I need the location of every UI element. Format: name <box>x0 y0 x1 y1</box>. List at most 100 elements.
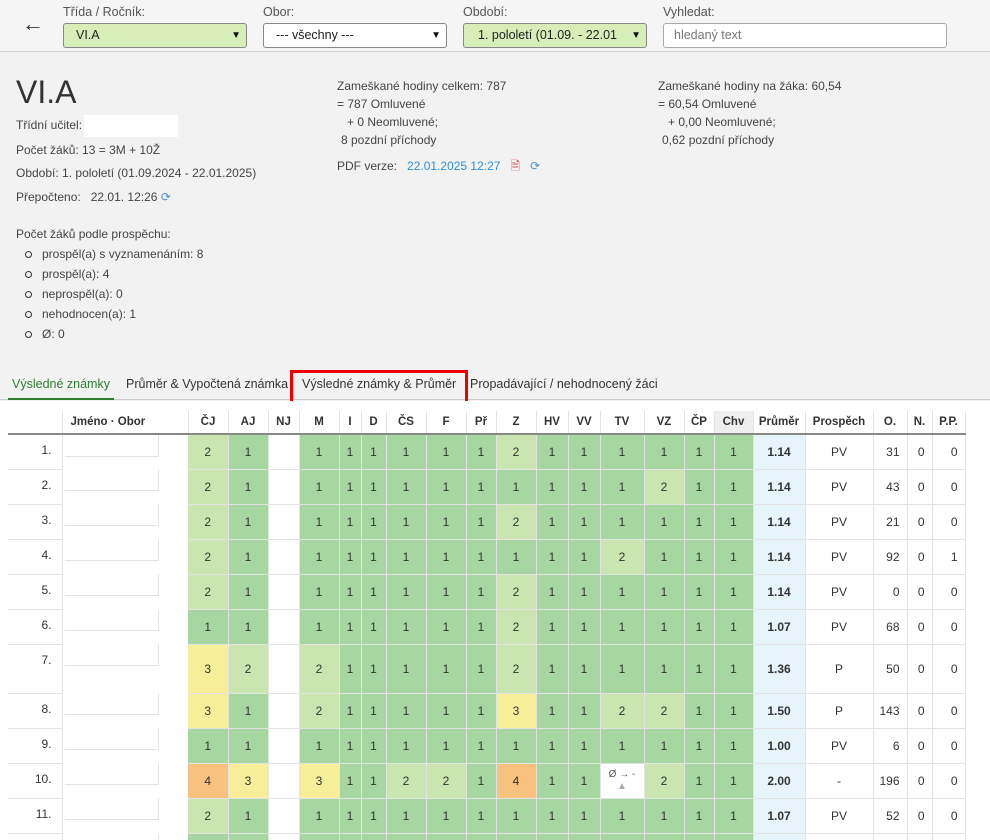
grade-cell[interactable]: 1 <box>536 728 569 764</box>
grade-cell[interactable]: 1 <box>684 644 715 694</box>
table-row[interactable]: 1. 2 1 1 1 1 1 1 1 2 1 1 1 1 1 1 1.14 PV 31 0 0 <box>8 434 966 470</box>
grade-cell[interactable]: 1 <box>568 693 601 729</box>
grade-cell[interactable]: 2 <box>496 574 537 610</box>
grade-cell[interactable]: 1 <box>568 728 601 764</box>
grade-cell[interactable]: 1 <box>714 693 754 729</box>
column-header[interactable]: D <box>361 411 387 435</box>
column-header[interactable]: N. <box>907 411 933 435</box>
grade-cell[interactable]: 1 <box>386 609 427 645</box>
pdf-link[interactable]: 22.01.2025 12:27 <box>407 159 500 173</box>
grade-cell[interactable]: Ø → - ▲ <box>600 763 645 799</box>
grade-cell[interactable]: 1 <box>568 644 601 694</box>
grade-cell[interactable] <box>268 504 300 540</box>
grade-cell[interactable]: 1 <box>426 574 467 610</box>
column-header[interactable]: ČJ <box>188 411 229 435</box>
grade-cell[interactable]: 2 <box>496 609 537 645</box>
column-header[interactable]: P.P. <box>932 411 966 435</box>
student-name-cell[interactable] <box>64 469 159 491</box>
grade-cell[interactable]: 1 <box>684 728 715 764</box>
column-header[interactable]: ČS <box>386 411 427 435</box>
grade-cell[interactable]: 1 <box>339 693 362 729</box>
grade-cell[interactable]: 1 <box>644 574 685 610</box>
grade-cell[interactable]: 4 <box>496 763 537 799</box>
grade-cell[interactable]: 1 <box>714 539 754 575</box>
grade-cell[interactable]: 1 <box>426 798 467 834</box>
grade-cell[interactable]: 1 <box>684 609 715 645</box>
grade-cell[interactable]: 1 <box>644 728 685 764</box>
student-name-cell[interactable] <box>64 609 159 631</box>
column-header[interactable]: Chv <box>714 411 754 435</box>
grade-cell[interactable]: 1 <box>339 504 362 540</box>
grade-cell[interactable] <box>684 833 715 840</box>
student-name-cell[interactable] <box>64 574 159 596</box>
grade-cell[interactable]: 1 <box>714 728 754 764</box>
grade-cell[interactable]: 1 <box>644 539 685 575</box>
grade-cell[interactable]: 1 <box>714 798 754 834</box>
grade-cell[interactable]: 1 <box>536 798 569 834</box>
grade-cell[interactable]: 1 <box>339 469 362 505</box>
grade-cell[interactable]: 1 <box>386 504 427 540</box>
grade-cell[interactable]: 1 <box>299 504 340 540</box>
grade-cell[interactable]: 2 <box>496 644 537 694</box>
grade-cell[interactable] <box>714 833 754 840</box>
grade-cell[interactable] <box>466 833 497 840</box>
grade-cell[interactable]: 1 <box>536 644 569 694</box>
grade-cell[interactable]: 1 <box>466 504 497 540</box>
grade-cell[interactable]: 1 <box>466 434 497 470</box>
grade-cell[interactable] <box>299 833 340 840</box>
grade-cell[interactable]: 2 <box>496 504 537 540</box>
column-header[interactable]: TV <box>600 411 645 435</box>
grade-cell[interactable]: 1 <box>299 798 340 834</box>
column-header[interactable]: NJ <box>268 411 300 435</box>
grade-cell[interactable]: 2 <box>188 798 229 834</box>
grade-cell[interactable]: 1 <box>714 434 754 470</box>
student-name-cell[interactable] <box>64 798 159 820</box>
grade-cell[interactable]: 1 <box>684 504 715 540</box>
grade-cell[interactable]: 1 <box>426 434 467 470</box>
grade-cell[interactable]: 1 <box>684 434 715 470</box>
grade-cell[interactable]: 1 <box>339 539 362 575</box>
grade-cell[interactable]: 1 <box>361 763 387 799</box>
grade-cell[interactable]: 1 <box>466 798 497 834</box>
grade-cell[interactable]: 3 <box>228 763 269 799</box>
grade-cell[interactable] <box>268 728 300 764</box>
grade-cell[interactable]: 1 <box>536 693 569 729</box>
grade-cell[interactable]: 1 <box>496 728 537 764</box>
grade-cell[interactable]: 1 <box>339 728 362 764</box>
grade-cell[interactable]: 1 <box>386 574 427 610</box>
column-header[interactable]: I <box>339 411 362 435</box>
grade-cell[interactable]: 1 <box>714 469 754 505</box>
grade-cell[interactable]: 1 <box>339 434 362 470</box>
grade-cell[interactable]: 1 <box>600 469 645 505</box>
column-header[interactable]: O. <box>873 411 908 435</box>
student-name-cell[interactable] <box>64 728 159 750</box>
grade-cell[interactable] <box>268 798 300 834</box>
grade-cell[interactable]: 1 <box>714 609 754 645</box>
student-name-cell[interactable] <box>64 435 159 457</box>
field-select[interactable]: --- všechny --- ▼ <box>263 23 447 48</box>
grade-cell[interactable]: 1 <box>228 539 269 575</box>
grade-cell[interactable]: 1 <box>426 504 467 540</box>
grade-cell[interactable]: 1 <box>386 798 427 834</box>
grade-cell[interactable]: 1 <box>299 434 340 470</box>
grade-cell[interactable]: 1 <box>644 434 685 470</box>
grade-cell[interactable] <box>228 833 269 840</box>
grade-cell[interactable]: 2 <box>188 574 229 610</box>
student-name-cell[interactable] <box>64 763 159 785</box>
grade-cell[interactable]: 1 <box>466 644 497 694</box>
grade-cell[interactable]: 1 <box>496 469 537 505</box>
grade-cell[interactable]: 1 <box>228 798 269 834</box>
grade-cell[interactable] <box>268 469 300 505</box>
grade-cell[interactable] <box>568 833 601 840</box>
grade-cell[interactable]: 1 <box>684 539 715 575</box>
grade-cell[interactable]: 1 <box>568 763 601 799</box>
grade-cell[interactable] <box>268 539 300 575</box>
grade-cell[interactable]: 1 <box>644 798 685 834</box>
grade-cell[interactable]: 1 <box>228 574 269 610</box>
grade-cell[interactable]: 1 <box>568 574 601 610</box>
grade-cell[interactable]: 1 <box>644 644 685 694</box>
grade-cell[interactable]: 1 <box>299 574 340 610</box>
column-header[interactable]: Př <box>466 411 497 435</box>
column-header[interactable]: Z <box>496 411 537 435</box>
grade-cell[interactable]: 1 <box>188 728 229 764</box>
